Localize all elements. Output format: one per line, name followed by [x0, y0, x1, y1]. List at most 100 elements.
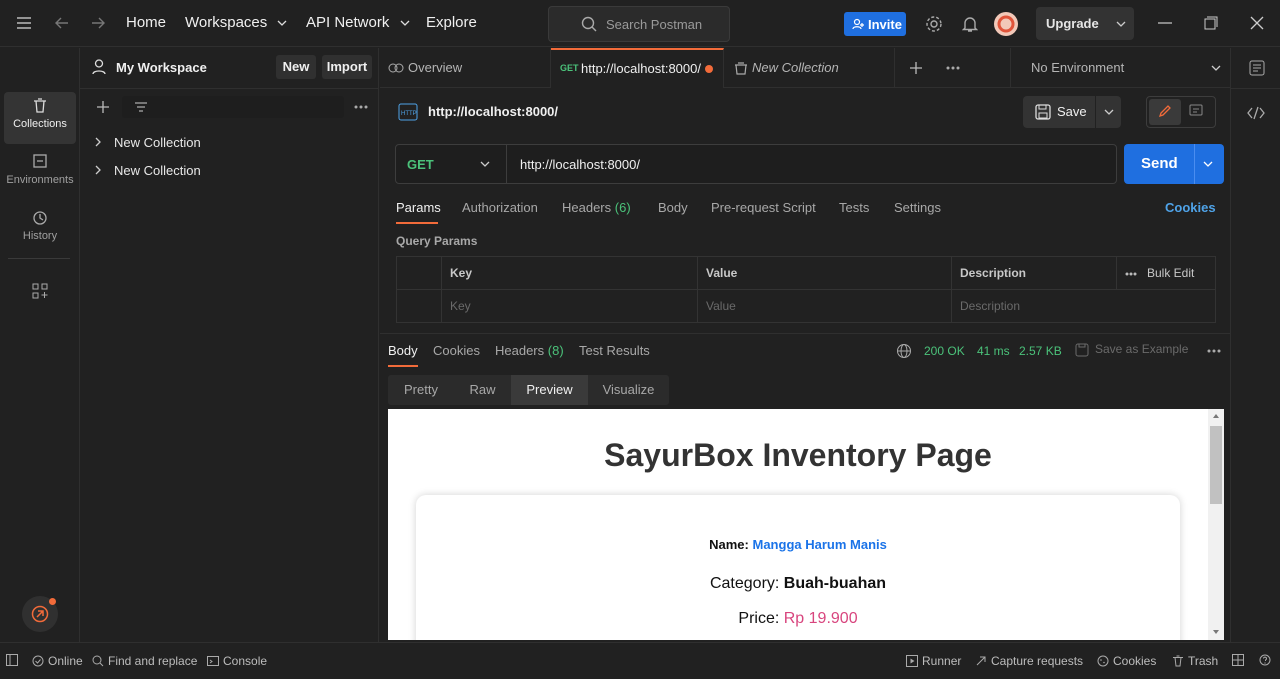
right-rail-divider	[1231, 88, 1280, 89]
method-select[interactable]: GET	[396, 145, 507, 183]
find-replace-button[interactable]: Find and replace	[92, 654, 197, 668]
response-tab-body[interactable]: Body	[388, 343, 418, 367]
more-options-icon[interactable]	[1125, 272, 1137, 276]
layout-icon[interactable]	[1232, 654, 1244, 666]
new-tab-plus-icon[interactable]	[909, 61, 923, 75]
format-raw[interactable]: Raw	[454, 375, 511, 405]
response-tab-headers[interactable]: Headers (8)	[495, 343, 564, 358]
status-code[interactable]: 200 OK	[924, 344, 965, 358]
new-button[interactable]: New	[276, 55, 316, 79]
save-options-button[interactable]	[1096, 96, 1121, 128]
cookies-button[interactable]: Cookies	[1097, 654, 1156, 668]
response-divider[interactable]	[380, 333, 1230, 334]
cookies-label: Cookies	[1113, 654, 1157, 668]
format-pretty[interactable]: Pretty	[388, 375, 454, 405]
description-input[interactable]: Description	[951, 289, 1216, 323]
response-size[interactable]: 2.57 KB	[1019, 344, 1062, 358]
nav-explore[interactable]: Explore	[426, 14, 477, 31]
scroll-down-icon[interactable]	[1212, 629, 1220, 635]
price-label: Price:	[738, 610, 780, 627]
avatar[interactable]	[994, 12, 1018, 36]
save-button[interactable]: Save	[1023, 96, 1095, 128]
bulk-edit-link[interactable]: Bulk Edit	[1147, 266, 1194, 280]
collection-item[interactable]: New Collection	[94, 163, 201, 178]
nav-home[interactable]: Home	[126, 14, 166, 31]
nav-workspaces[interactable]: Workspaces	[185, 14, 287, 31]
globe-icon[interactable]	[896, 343, 912, 359]
filter-input[interactable]	[122, 96, 344, 118]
tab-body[interactable]: Body	[658, 200, 688, 215]
tab-request[interactable]: GET http://localhost:8000/	[551, 48, 724, 88]
chevron-down-icon[interactable]	[1203, 160, 1213, 168]
format-visualize[interactable]: Visualize	[588, 375, 669, 405]
value-input[interactable]: Value	[697, 289, 952, 323]
tab-tests[interactable]: Tests	[839, 200, 869, 215]
cookies-link[interactable]: Cookies	[1165, 200, 1216, 215]
toggle-sidebar-icon[interactable]	[6, 654, 18, 666]
help-icon[interactable]	[1259, 654, 1271, 666]
apps-grid-icon[interactable]	[32, 283, 48, 299]
chevron-right-icon	[94, 163, 114, 178]
plus-icon[interactable]	[96, 100, 110, 114]
rail-item-environments[interactable]: Environments	[4, 148, 76, 200]
url-input[interactable]: http://localhost:8000/	[520, 157, 640, 172]
send-button[interactable]: Send	[1124, 144, 1224, 184]
tab-more-icon[interactable]	[946, 66, 960, 70]
invite-button[interactable]: Invite	[844, 12, 906, 36]
capture-requests-button[interactable]: Capture requests	[975, 654, 1083, 668]
tab-headers[interactable]: Headers (6)	[562, 200, 631, 215]
tab-overview[interactable]: Overview	[380, 48, 551, 88]
scroll-up-icon[interactable]	[1212, 413, 1220, 419]
bootcamp-button[interactable]	[22, 596, 58, 632]
collection-icon	[734, 62, 748, 75]
rail-item-history[interactable]: History	[4, 204, 76, 256]
more-options-icon[interactable]	[1207, 349, 1221, 353]
tab-params[interactable]: Params	[396, 200, 441, 224]
response-tab-cookies[interactable]: Cookies	[433, 343, 480, 358]
online-status[interactable]: Online	[32, 654, 83, 668]
upgrade-button[interactable]: Upgrade	[1036, 7, 1134, 40]
pencil-icon	[1158, 104, 1172, 118]
workspace-name[interactable]: My Workspace	[116, 60, 207, 75]
tab-method: GET	[560, 63, 579, 73]
search-input[interactable]: Search Postman	[548, 6, 730, 42]
response-time[interactable]: 41 ms	[977, 344, 1010, 358]
tab-settings[interactable]: Settings	[894, 200, 941, 215]
minimize-icon[interactable]	[1158, 22, 1172, 24]
tab-pre-request-script[interactable]: Pre-request Script	[711, 200, 816, 215]
restore-icon[interactable]	[1204, 16, 1218, 30]
save-as-example-button[interactable]: Save as Example	[1075, 342, 1188, 357]
gear-icon[interactable]	[925, 15, 943, 33]
format-preview[interactable]: Preview	[511, 375, 588, 405]
scrollbar[interactable]	[1208, 409, 1224, 640]
nav-api-network[interactable]: API Network	[306, 14, 410, 31]
environment-quicklook-icon[interactable]	[1249, 60, 1265, 76]
console-button[interactable]: Console	[207, 654, 267, 668]
scrollbar-thumb[interactable]	[1210, 426, 1222, 504]
more-options-icon[interactable]	[354, 105, 368, 109]
rail-item-collections[interactable]: Collections	[4, 92, 76, 144]
comment-icon[interactable]	[1189, 104, 1203, 118]
back-arrow-icon[interactable]	[54, 16, 70, 30]
console-icon	[207, 655, 219, 667]
collection-item[interactable]: New Collection	[94, 135, 201, 150]
forward-arrow-icon[interactable]	[90, 16, 106, 30]
response-tab-test-results[interactable]: Test Results	[579, 343, 650, 358]
code-icon[interactable]	[1247, 106, 1265, 120]
close-icon[interactable]	[1250, 16, 1264, 30]
menu-icon[interactable]	[16, 16, 32, 30]
history-icon	[4, 210, 76, 226]
tab-authorization[interactable]: Authorization	[462, 200, 538, 215]
runner-button[interactable]: Runner	[906, 654, 961, 668]
key-input[interactable]: Key	[441, 289, 698, 323]
edit-mode-button[interactable]	[1149, 99, 1181, 125]
trash-button[interactable]: Trash	[1172, 654, 1218, 668]
bell-icon[interactable]	[962, 15, 978, 33]
environment-select[interactable]: No Environment	[1010, 48, 1230, 88]
import-button[interactable]: Import	[322, 55, 372, 79]
tab-label: Headers	[562, 200, 612, 215]
trash-label: Trash	[1188, 654, 1219, 668]
request-title[interactable]: http://localhost:8000/	[428, 104, 558, 119]
top-bar: Home Workspaces API Network Explore Sear…	[0, 0, 1280, 47]
tab-collection[interactable]: New Collection	[724, 48, 895, 88]
